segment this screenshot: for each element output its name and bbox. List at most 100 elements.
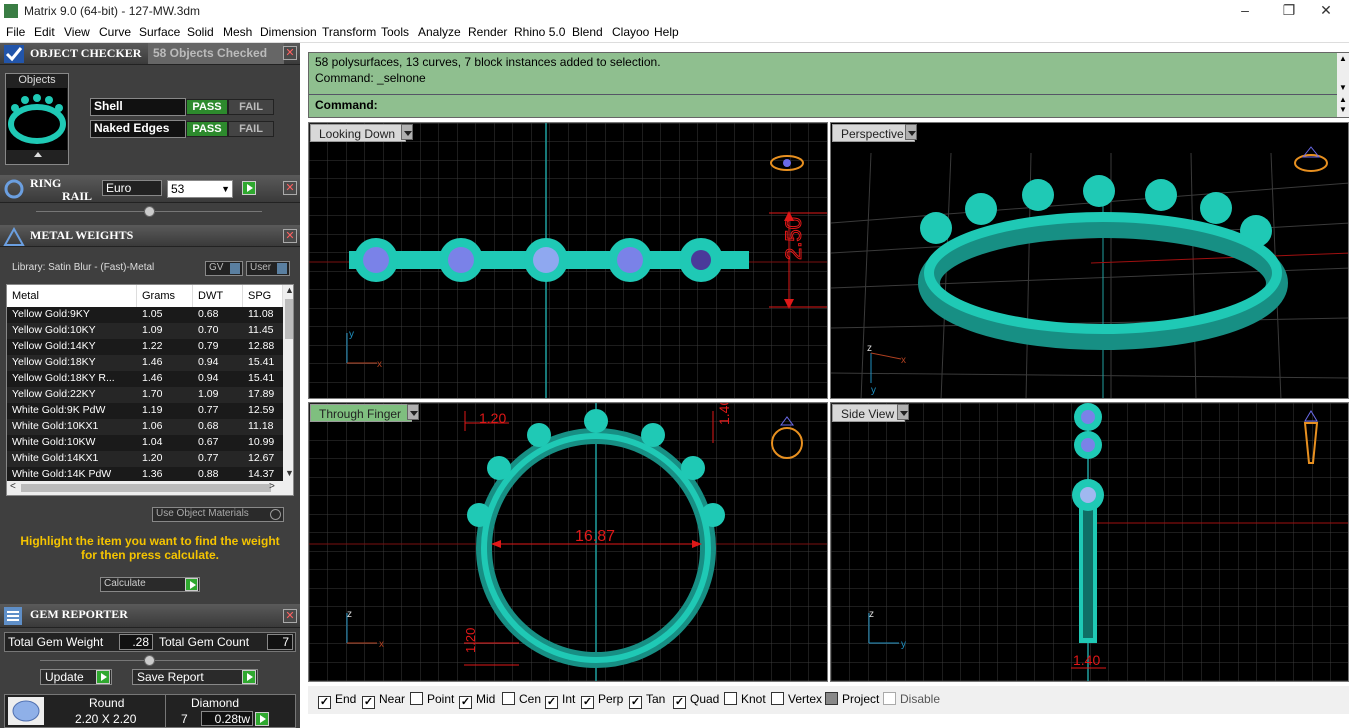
menu-edit[interactable]: Edit (34, 25, 55, 39)
viewport-title-through-finger[interactable]: Through Finger (310, 404, 413, 422)
close-icon[interactable]: ✕ (1303, 0, 1349, 22)
objects-thumbnail[interactable]: Objects (5, 73, 69, 165)
table-row[interactable]: White Gold:14KX1 1.20 0.77 12.67 (7, 451, 283, 467)
menu-curve[interactable]: Curve (99, 25, 131, 39)
menu-mesh[interactable]: Mesh (223, 25, 252, 39)
menu-view[interactable]: View (64, 25, 90, 39)
table-cell: 0.68 (198, 420, 219, 432)
chevron-down-icon[interactable] (401, 124, 413, 140)
vertical-scrollbar[interactable]: ▲ ▼ (283, 285, 293, 481)
side-view-canvas: 1.40 z y (831, 403, 1348, 681)
chevron-down-icon[interactable] (897, 404, 909, 420)
scroll-down-icon[interactable]: ▼ (285, 468, 293, 478)
osnap-int[interactable]: Int (545, 692, 575, 709)
scroll-up-icon[interactable]: ▲ (1339, 54, 1347, 63)
gem-row[interactable]: Round 2.20 X 2.20 Diamond 7 0.28tw (4, 694, 296, 728)
shell-pass-button[interactable]: PASS (186, 99, 228, 115)
menu-surface[interactable]: Surface (139, 25, 180, 39)
osnap-vertex[interactable]: Vertex (771, 692, 822, 706)
viewport-through-finger[interactable]: 16.87 1.20 1.40 1.20 z x Through Finger (308, 402, 828, 682)
minimize-icon[interactable]: – (1222, 0, 1268, 22)
scroll-left-icon[interactable]: < (10, 481, 16, 492)
viewport-title-side-view[interactable]: Side View (832, 404, 906, 422)
viewport-title-perspective[interactable]: Perspective (832, 124, 915, 142)
user-toggle[interactable]: User (246, 261, 290, 276)
table-row[interactable]: Yellow Gold:10KY 1.09 0.70 11.45 (7, 323, 283, 339)
close-icon[interactable]: ✕ (283, 229, 297, 243)
command-prompt[interactable]: Command: (315, 98, 378, 112)
standard-field[interactable]: Euro (102, 180, 162, 196)
naked-edges-label: Naked Edges (90, 120, 186, 138)
update-button[interactable]: Update (40, 669, 112, 685)
scroll-down-icon[interactable]: ▼ (1339, 105, 1347, 114)
osnap-cen[interactable]: Cen (502, 692, 541, 706)
scroll-down-icon[interactable]: ▼ (1339, 83, 1347, 92)
app-icon (4, 4, 18, 18)
menu-help[interactable]: Help (654, 25, 679, 39)
col-grams[interactable]: Grams (137, 285, 193, 307)
close-icon[interactable]: ✕ (283, 46, 297, 60)
expand-up-icon[interactable] (34, 152, 42, 157)
scroll-right-icon[interactable]: > (269, 481, 275, 492)
chevron-down-icon[interactable] (407, 404, 419, 420)
col-spg[interactable]: SPG (243, 285, 283, 307)
splitter-handle[interactable] (144, 655, 155, 666)
osnap-end[interactable]: End (318, 692, 356, 709)
table-cell: 1.09 (142, 324, 163, 336)
table-row[interactable]: White Gold:10KX1 1.06 0.68 11.18 (7, 419, 283, 435)
calculate-button[interactable]: Calculate (100, 577, 200, 592)
viewport-looking-down[interactable]: 2.50 y x Looking Down (308, 122, 828, 399)
scroll-up-icon[interactable]: ▲ (1339, 95, 1347, 104)
menu-analyze[interactable]: Analyze (418, 25, 461, 39)
menu-transform[interactable]: Transform (322, 25, 376, 39)
menu-tools[interactable]: Tools (381, 25, 409, 39)
save-report-button[interactable]: Save Report (132, 669, 258, 685)
table-row[interactable]: Yellow Gold:9KY 1.05 0.68 11.08 (7, 307, 283, 323)
menu-clayoo[interactable]: Clayoo (612, 25, 649, 39)
shell-fail-button[interactable]: FAIL (228, 99, 274, 115)
metal-weights-header: METAL WEIGHTS ✕ (0, 225, 300, 247)
scroll-up-icon[interactable]: ▲ (285, 285, 293, 295)
osnap-disable[interactable]: Disable (883, 692, 940, 706)
gem-go-button[interactable] (255, 712, 269, 726)
osnap-quad[interactable]: Quad (673, 692, 719, 709)
splitter-handle[interactable] (144, 206, 155, 217)
osnap-near[interactable]: Near (362, 692, 405, 709)
table-row[interactable]: White Gold:10KW 1.04 0.67 10.99 (7, 435, 283, 451)
col-metal[interactable]: Metal (7, 285, 137, 307)
table-row[interactable]: Yellow Gold:18KY R... 1.46 0.94 15.41 (7, 371, 283, 387)
command-scrollbar[interactable]: ▲ ▼ ▲ ▼ (1337, 53, 1349, 117)
col-dwt[interactable]: DWT (193, 285, 243, 307)
ring-rail-go-button[interactable] (242, 181, 256, 195)
table-row[interactable]: White Gold:9K PdW 1.19 0.77 12.59 (7, 403, 283, 419)
naked-edges-pass-button[interactable]: PASS (186, 121, 228, 137)
hscroll-thumb[interactable] (21, 484, 271, 492)
viewport-title-looking-down[interactable]: Looking Down (310, 124, 407, 142)
table-row[interactable]: Yellow Gold:22KY 1.70 1.09 17.89 (7, 387, 283, 403)
horizontal-scrollbar[interactable]: < > (7, 481, 293, 495)
close-icon[interactable]: ✕ (283, 609, 297, 623)
close-icon[interactable]: ✕ (283, 181, 297, 195)
menu-dimension[interactable]: Dimension (260, 25, 317, 39)
naked-edges-fail-button[interactable]: FAIL (228, 121, 274, 137)
menu-solid[interactable]: Solid (187, 25, 214, 39)
menu-rhino[interactable]: Rhino 5.0 (514, 25, 565, 39)
osnap-perp[interactable]: Perp (581, 692, 623, 709)
osnap-project[interactable]: Project (825, 692, 879, 706)
menu-render[interactable]: Render (468, 25, 507, 39)
osnap-mid[interactable]: Mid (459, 692, 495, 709)
table-row[interactable]: Yellow Gold:14KY 1.22 0.79 12.88 (7, 339, 283, 355)
viewport-perspective[interactable]: z x y Perspective (830, 122, 1349, 399)
scroll-thumb[interactable] (285, 299, 293, 339)
chevron-down-icon[interactable] (905, 124, 917, 140)
menu-file[interactable]: File (6, 25, 25, 39)
osnap-tan[interactable]: Tan (629, 692, 665, 709)
table-row[interactable]: Yellow Gold:18KY 1.46 0.94 15.41 (7, 355, 283, 371)
osnap-point[interactable]: Point (410, 692, 454, 706)
menu-blend[interactable]: Blend (572, 25, 603, 39)
viewport-side-view[interactable]: 1.40 z y Side View (830, 402, 1349, 682)
size-select[interactable]: 53 ▼ (167, 180, 233, 198)
gv-toggle[interactable]: GV (205, 261, 243, 276)
use-object-materials-toggle[interactable]: Use Object Materials (152, 507, 284, 522)
osnap-knot[interactable]: Knot (724, 692, 766, 706)
